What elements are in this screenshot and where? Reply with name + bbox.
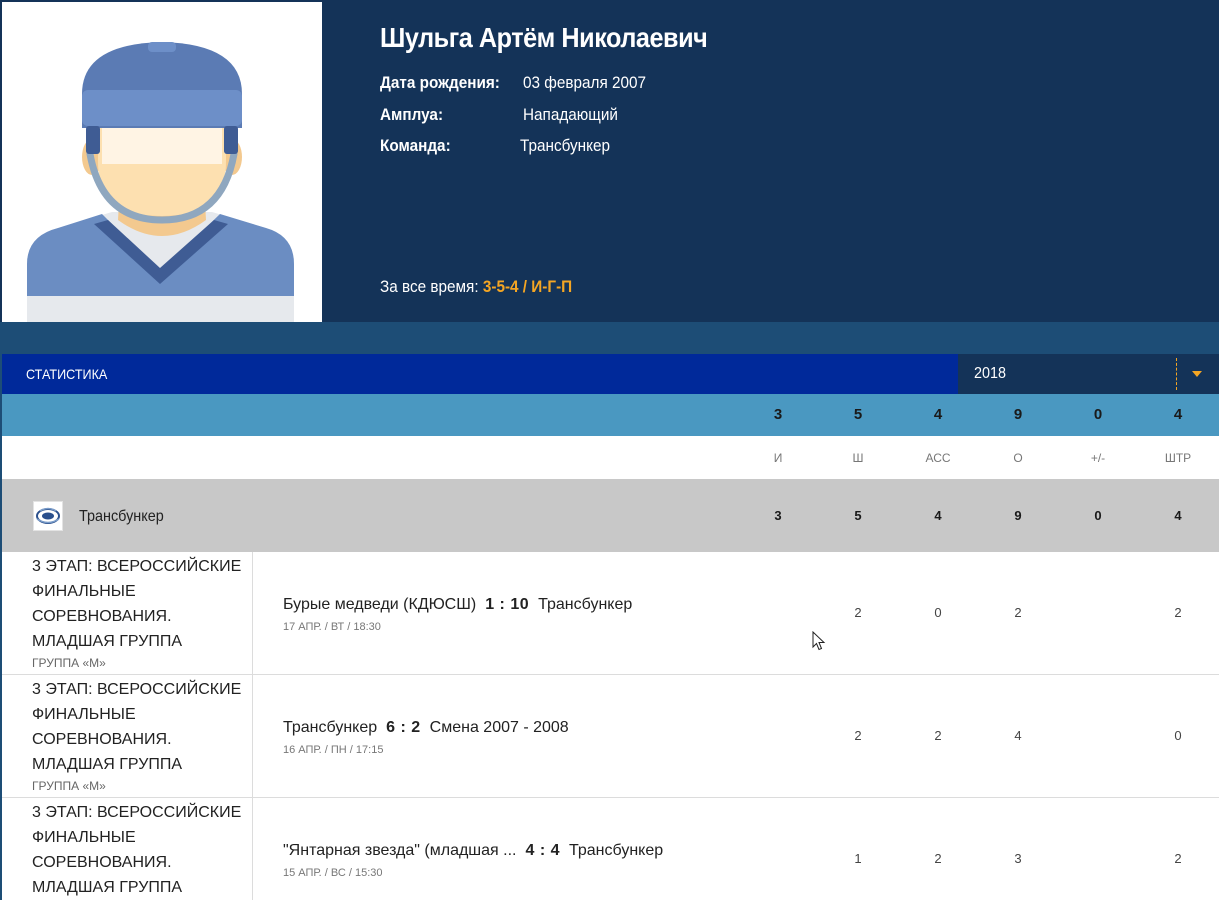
game-row[interactable]: 3 ЭТАП: ВСЕРОССИЙСКИЕ ФИНАЛЬНЫЕ СОРЕВНОВ…	[2, 798, 1219, 900]
all-time-summary: За все время: 3-5-4 / И-Г-П	[380, 277, 572, 297]
season-value: 2018	[974, 365, 1007, 382]
match-line[interactable]: Трансбункер 6 : 2 Смена 2007 - 2008	[283, 719, 569, 737]
player-name: Шульга Артём Николаевич	[380, 22, 708, 53]
role-label: Амплуа:	[380, 105, 444, 124]
away-team[interactable]: Смена 2007 - 2008	[430, 719, 569, 736]
game-stage-cell: 3 ЭТАП: ВСЕРОССИЙСКИЕ ФИНАЛЬНЫЕ СОРЕВНОВ…	[2, 675, 253, 797]
team-assists: 4	[934, 508, 942, 523]
match-score[interactable]: 6 : 2	[386, 719, 421, 736]
column-header-goals[interactable]: Ш	[828, 451, 888, 465]
game-assists: 2	[934, 728, 942, 743]
game-points: 2	[1014, 605, 1022, 620]
team-summary-row[interactable]: Трансбункер 3 5 4 9 0 4	[2, 479, 1219, 552]
home-team[interactable]: "Янтарная звезда" (младшая ...	[283, 842, 516, 859]
totals-row: 3 5 4 9 0 4	[2, 394, 1219, 436]
select-divider	[1176, 358, 1177, 390]
game-group: ГРУППА «М»	[32, 779, 106, 793]
game-points: 4	[1014, 728, 1022, 743]
birth-date-value: 03 февраля 2007	[523, 73, 647, 92]
team-logo-icon	[33, 501, 63, 531]
game-goals: 1	[854, 851, 862, 866]
chevron-down-icon[interactable]	[1192, 371, 1202, 377]
game-stage-cell: 3 ЭТАП: ВСЕРОССИЙСКИЕ ФИНАЛЬНЫЕ СОРЕВНОВ…	[2, 798, 253, 900]
total-points: 9	[1013, 406, 1023, 423]
match-score[interactable]: 1 : 10	[485, 596, 529, 613]
all-time-label: За все время:	[380, 277, 479, 296]
home-team[interactable]: Бурые медведи (КДЮСШ)	[283, 596, 476, 613]
team-name[interactable]: Трансбункер	[79, 508, 164, 526]
away-team[interactable]: Трансбункер	[569, 842, 663, 859]
total-games: 3	[773, 406, 783, 423]
match-line[interactable]: Бурые медведи (КДЮСШ) 1 : 10 Трансбункер	[283, 596, 632, 614]
total-assists: 4	[933, 406, 943, 423]
game-stage-cell: 3 ЭТАП: ВСЕРОССИЙСКИЕ ФИНАЛЬНЫЕ СОРЕВНОВ…	[2, 552, 253, 674]
all-time-value: 3-5-4 / И-Г-П	[482, 277, 573, 296]
total-penalty: 4	[1173, 406, 1183, 423]
total-plus-minus: 0	[1093, 406, 1103, 423]
team-label: Команда:	[380, 136, 451, 155]
statistics-title: СТАТИСТИКА	[26, 366, 108, 382]
column-header-plus-minus[interactable]: +/-	[1068, 451, 1128, 465]
game-penalty: 2	[1174, 605, 1182, 620]
game-stage: 3 ЭТАП: ВСЕРОССИЙСКИЕ ФИНАЛЬНЫЕ СОРЕВНОВ…	[32, 558, 242, 650]
game-row[interactable]: 3 ЭТАП: ВСЕРОССИЙСКИЕ ФИНАЛЬНЫЕ СОРЕВНОВ…	[2, 675, 1219, 798]
game-assists: 2	[934, 851, 942, 866]
role-value: Нападающий	[523, 105, 618, 124]
player-header: Шульга Артём Николаевич Дата рождения: 0…	[0, 0, 1219, 322]
match-date: 17 АПР. / ВТ / 18:30	[283, 621, 381, 633]
column-headers: И Ш АСС О +/- ШТР	[2, 436, 1219, 479]
game-penalty: 2	[1174, 851, 1182, 866]
team-games: 3	[774, 508, 782, 523]
game-penalty: 0	[1174, 728, 1182, 743]
season-select[interactable]: 2018	[958, 354, 1219, 394]
game-assists: 0	[934, 605, 942, 620]
column-header-penalty[interactable]: ШТР	[1148, 451, 1208, 465]
team-points: 9	[1014, 508, 1022, 523]
game-row[interactable]: 3 ЭТАП: ВСЕРОССИЙСКИЕ ФИНАЛЬНЫЕ СОРЕВНОВ…	[2, 552, 1219, 675]
match-score[interactable]: 4 : 4	[525, 842, 560, 859]
game-stage: 3 ЭТАП: ВСЕРОССИЙСКИЕ ФИНАЛЬНЫЕ СОРЕВНОВ…	[32, 804, 242, 896]
total-goals: 5	[853, 406, 863, 423]
column-header-games[interactable]: И	[748, 451, 808, 465]
game-goals: 2	[854, 728, 862, 743]
game-points: 3	[1014, 851, 1022, 866]
game-group: ГРУППА «М»	[32, 656, 106, 670]
game-stage: 3 ЭТАП: ВСЕРОССИЙСКИЕ ФИНАЛЬНЫЕ СОРЕВНОВ…	[32, 681, 242, 773]
away-team[interactable]: Трансбункер	[538, 596, 632, 613]
column-header-points[interactable]: О	[988, 451, 1048, 465]
home-team[interactable]: Трансбункер	[283, 719, 377, 736]
column-header-assists[interactable]: АСС	[908, 451, 968, 465]
team-value: Трансбункер	[520, 136, 611, 155]
hockey-player-avatar-icon	[27, 42, 294, 322]
game-goals: 2	[854, 605, 862, 620]
match-date: 15 АПР. / ВС / 15:30	[283, 867, 383, 879]
birth-date-label: Дата рождения:	[380, 73, 500, 92]
statistics-bar: СТАТИСТИКА 2018	[2, 354, 1219, 394]
team-goals: 5	[854, 508, 862, 523]
player-avatar	[2, 2, 322, 322]
match-date: 16 АПР. / ПН / 17:15	[283, 744, 384, 756]
team-plus-minus: 0	[1094, 508, 1102, 523]
match-line[interactable]: "Янтарная звезда" (младшая ... 4 : 4 Транс…	[283, 842, 663, 860]
team-penalty: 4	[1174, 508, 1182, 523]
mouse-pointer-icon	[812, 631, 826, 651]
